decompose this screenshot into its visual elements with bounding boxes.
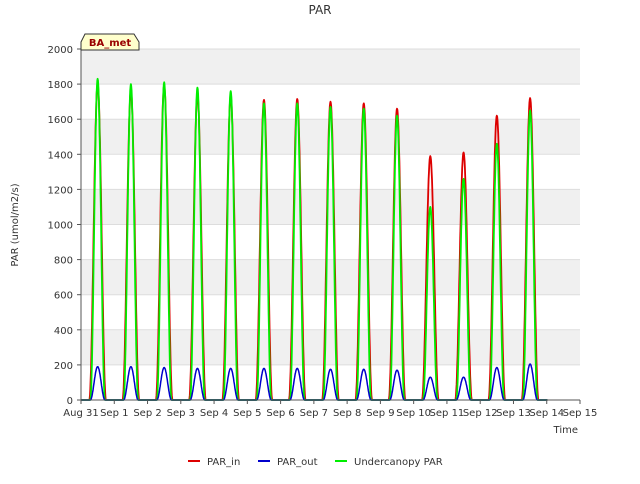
legend-label-undercanopy-par: Undercanopy PAR xyxy=(354,457,443,468)
x-tick-label: Sep 7 xyxy=(300,408,328,419)
x-tick-label: Aug 31 xyxy=(63,408,98,419)
x-tick-label: Sep 10 xyxy=(396,408,431,419)
grid-band xyxy=(81,259,580,295)
x-tick-label: Sep 4 xyxy=(200,408,228,419)
grid-band xyxy=(81,119,580,155)
grid-band xyxy=(81,329,580,365)
x-tick-label: Sep 11 xyxy=(430,408,465,419)
x-tick-label: Sep 1 xyxy=(100,408,128,419)
y-tick-label: 400 xyxy=(54,326,73,337)
y-tick-label: 1600 xyxy=(48,115,73,126)
y-tick-label: 1000 xyxy=(48,221,73,232)
y-tick-label: 0 xyxy=(67,396,73,407)
y-tick-label: 600 xyxy=(54,291,73,302)
x-tick-label: Sep 15 xyxy=(563,408,598,419)
y-tick-label: 2000 xyxy=(48,45,73,56)
y-tick-label: 1400 xyxy=(48,150,73,161)
y-axis-label: PAR (umol/m2/s) xyxy=(10,183,21,266)
grid-band xyxy=(81,49,580,85)
legend: PAR_in PAR_out Undercanopy PAR xyxy=(188,457,443,468)
x-axis-label: Time xyxy=(553,425,578,436)
y-tick-label: 1200 xyxy=(48,185,73,196)
badge: BA_met xyxy=(80,33,140,51)
y-tick-label: 800 xyxy=(54,256,73,267)
x-tick-label: Sep 13 xyxy=(496,408,531,419)
x-tick-label: Sep 6 xyxy=(266,408,294,419)
x-tick-label: Sep 5 xyxy=(233,408,261,419)
x-tick-label: Sep 2 xyxy=(133,408,161,419)
x-tick-label: Sep 3 xyxy=(167,408,195,419)
legend-label-par-in: PAR_in xyxy=(207,457,240,468)
x-tick-label: Sep 14 xyxy=(529,408,564,419)
grid-band xyxy=(81,189,580,225)
badge-label: BA_met xyxy=(89,38,132,49)
x-tick-label: Sep 12 xyxy=(463,408,498,419)
x-tick-label: Sep 9 xyxy=(366,408,394,419)
y-tick-label: 1800 xyxy=(48,80,73,91)
chart-title: PAR xyxy=(308,3,331,17)
legend-label-par-out: PAR_out xyxy=(277,457,318,468)
y-tick-label: 200 xyxy=(54,361,73,372)
x-tick-label: Sep 8 xyxy=(333,408,361,419)
chart: PAR Aug 31 Sep 1 Sep 2 Sep 3 Sep 4 Sep 5 Sep 6… xyxy=(0,0,640,480)
